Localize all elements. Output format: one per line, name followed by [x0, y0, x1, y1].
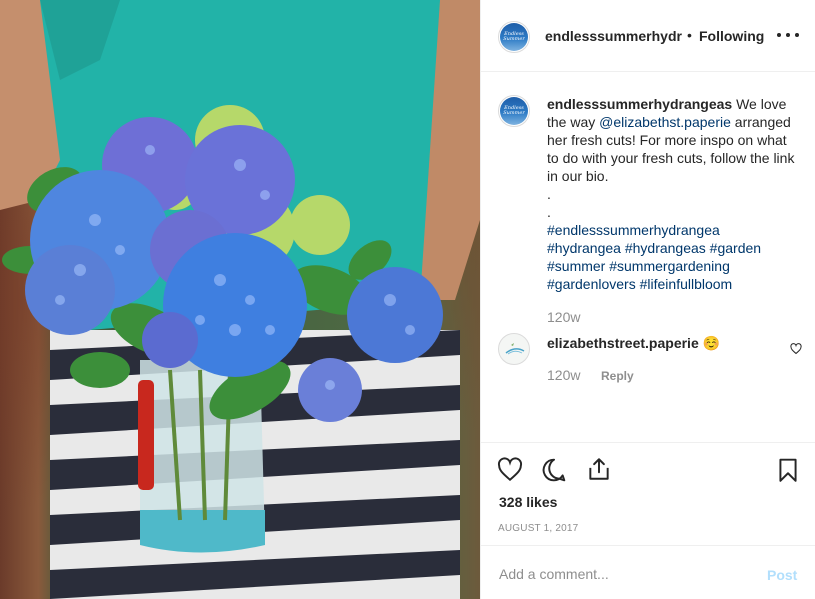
- commenter-logo-icon: [505, 343, 525, 355]
- caption-dot: .: [547, 204, 551, 220]
- caption-mention[interactable]: @elizabethst.paperie: [599, 114, 731, 130]
- post-actions: 328 likes AUGUST 1, 2017 Post: [481, 442, 815, 599]
- following-button[interactable]: Following: [699, 28, 764, 44]
- hashtags-line[interactable]: #gardenlovers #lifeinfullbloom: [547, 275, 799, 293]
- instagram-post: Endless Summer endlesssummerhydr • Follo…: [0, 0, 815, 599]
- post-header: Endless Summer endlesssummerhydr • Follo…: [481, 0, 815, 72]
- hashtags-line[interactable]: #summer #summergardening: [547, 257, 799, 275]
- brand-logo-text: Endless Summer: [503, 105, 525, 116]
- comment-input[interactable]: [499, 566, 739, 582]
- caption-dot: .: [547, 186, 551, 202]
- comment-bubble-icon[interactable]: [541, 457, 567, 486]
- post-caption: endlesssummerhydrangeas We love the way …: [547, 95, 799, 293]
- bookmark-icon[interactable]: [775, 457, 801, 486]
- share-icon[interactable]: [586, 456, 612, 485]
- post-photo[interactable]: [0, 0, 480, 599]
- post-details-panel: Endless Summer endlesssummerhydr • Follo…: [480, 0, 815, 599]
- hydrangea-bouquet-image: [0, 0, 480, 599]
- brand-logo: Endless Summer: [500, 97, 528, 125]
- likes-count[interactable]: 328 likes: [499, 494, 557, 510]
- reply-button[interactable]: Reply: [601, 369, 634, 383]
- commenter-username[interactable]: elizabethstreet.paperie: [547, 335, 699, 351]
- commenter-avatar[interactable]: [498, 333, 530, 365]
- more-options-icon[interactable]: [777, 26, 799, 44]
- post-date[interactable]: AUGUST 1, 2017: [498, 523, 578, 534]
- hashtags-line[interactable]: #endlesssummerhydrangea: [547, 221, 799, 239]
- comment: elizabethstreet.paperie ☺️: [547, 334, 720, 352]
- brand-logo-text: Endless Summer: [503, 31, 525, 42]
- caption-timestamp[interactable]: 120w: [547, 309, 580, 325]
- author-username[interactable]: endlesssummerhydr: [545, 28, 682, 44]
- heart-icon[interactable]: [497, 457, 523, 486]
- author-avatar[interactable]: Endless Summer: [498, 21, 530, 53]
- brand-logo: Endless Summer: [500, 23, 528, 51]
- comment-timestamp[interactable]: 120w: [547, 367, 580, 383]
- post-comment-button[interactable]: Post: [767, 567, 797, 583]
- add-comment-bar: Post: [481, 545, 815, 599]
- small-heart-icon[interactable]: [790, 342, 802, 358]
- hashtags-line[interactable]: #hydrangea #hydrangeas #garden: [547, 239, 799, 257]
- caption-author-avatar[interactable]: Endless Summer: [498, 95, 530, 127]
- header-separator: •: [687, 27, 692, 43]
- caption-username[interactable]: endlesssummerhydrangeas: [547, 96, 732, 112]
- comment-emoji: ☺️: [702, 335, 721, 351]
